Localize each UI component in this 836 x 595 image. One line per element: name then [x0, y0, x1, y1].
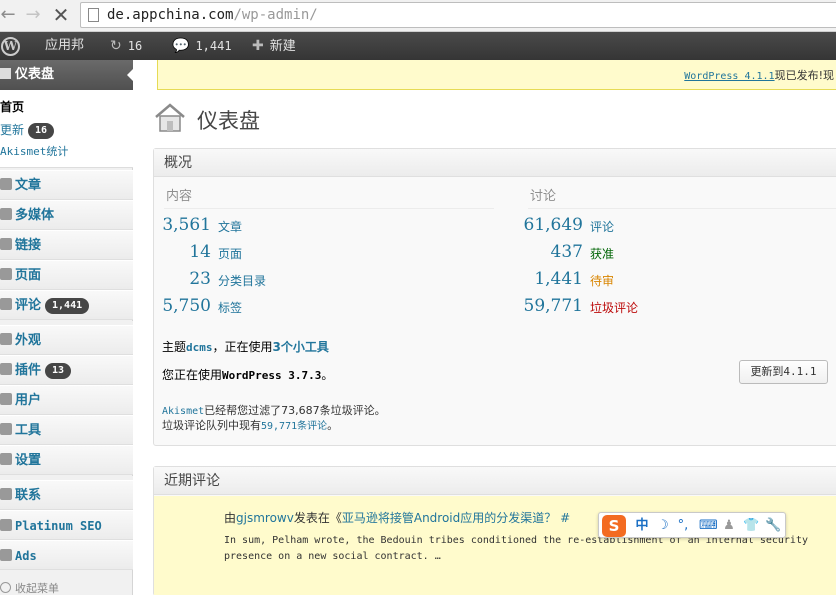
divider [528, 208, 836, 209]
back-arrow-icon[interactable]: ← [0, 4, 19, 26]
wp-logo-menu[interactable]: W [0, 32, 30, 60]
dashboard-submenu: 首页 更新 16 Akismet统计 [0, 90, 133, 168]
wordpress-version-link[interactable]: WordPress 4.1.1 [684, 71, 774, 82]
menu-posts[interactable]: 文章 [0, 170, 133, 200]
forward-arrow-icon[interactable]: → [22, 4, 44, 26]
collapse-arrow-icon [0, 582, 11, 593]
widgets-link[interactable]: 3个小工具 [273, 340, 329, 354]
plugins-badge: 13 [45, 362, 72, 379]
theme-link[interactable]: dcms [186, 341, 213, 354]
menu-media[interactable]: 多媒体 [0, 200, 133, 230]
contact-icon [0, 488, 12, 500]
settings-icon [0, 453, 12, 465]
comments-link[interactable]: 💬 1,441 [172, 32, 232, 60]
refresh-icon: ↻ [110, 38, 122, 54]
akismet-info: Akismet已经帮您过滤了73,687条垃圾评论。 [162, 404, 386, 417]
page-icon [88, 8, 99, 22]
discussion-heading: 讨论 [530, 189, 557, 204]
update-wordpress-button[interactable]: 更新到4.1.1 [739, 360, 828, 384]
menu-ads[interactable]: Ads [0, 540, 133, 570]
address-bar[interactable]: de.appchina.com/wp-admin/ [80, 2, 836, 28]
ime-mode-button[interactable]: 中 [634, 516, 650, 536]
divider [164, 208, 494, 209]
stop-icon[interactable]: ✕ [50, 4, 72, 26]
moon-icon[interactable]: ☽ [655, 516, 671, 536]
wrench-icon[interactable]: 🔧 [765, 516, 781, 536]
comment-post-link[interactable]: 亚马逊将接管Android应用的分发渠道？ # [342, 511, 570, 525]
comment-meta: 由gjsmrowv发表在《亚马逊将接管Android应用的分发渠道？ # [224, 511, 571, 525]
user-icon [0, 393, 12, 405]
site-name-link[interactable]: 应用邦 [45, 32, 84, 60]
wp-admin-bar: W 应用邦 ↻ 16 💬 1,441 ✚ 新建 [0, 32, 836, 60]
skin-shirt-icon[interactable]: 👕 [743, 516, 759, 536]
submenu-updates[interactable]: 更新 16 [0, 121, 55, 139]
admin-sidebar: 仪表盘 首页 更新 16 Akismet统计 文章 多媒体 链接 页面 评论 1,4… [0, 60, 134, 595]
speech-bubble-icon: 💬 [172, 38, 190, 54]
ime-logo-icon[interactable]: S [602, 515, 626, 537]
akismet-link[interactable]: Akismet [162, 406, 204, 417]
keyboard-icon[interactable]: ⌨ [699, 516, 718, 536]
overview-title[interactable]: 概况 [154, 149, 836, 177]
menu-tools[interactable]: 工具 [0, 415, 133, 445]
collapse-menu-button[interactable]: 收起菜单 [0, 580, 59, 595]
tools-icon [0, 423, 12, 435]
spam-queue-info: 垃圾评论队列中现有59,771条评论。 [162, 419, 339, 432]
menu-plugins[interactable]: 插件 13 [0, 355, 133, 385]
dashboard-icon [0, 68, 11, 79]
updates-badge: 16 [28, 122, 55, 139]
menu-appearance[interactable]: 外观 [0, 325, 133, 355]
page-icon [0, 268, 12, 280]
menu-platinum-seo[interactable]: Platinum SEO [0, 510, 133, 540]
version-info: 您正在使用WordPress 3.7.3。 [162, 368, 334, 382]
menu-dashboard[interactable]: 仪表盘 [0, 60, 134, 90]
dashboard-home-icon [155, 103, 185, 132]
gear-icon [0, 519, 12, 531]
overview-widget: 概况 内容 讨论 3,561 文章 14 页面 23 分类目录 5,750 标签… [153, 148, 836, 446]
punctuation-icon[interactable]: °, [675, 516, 691, 536]
submenu-akismet[interactable]: Akismet统计 [0, 143, 68, 159]
plus-icon: ✚ [252, 38, 264, 54]
url-text: de.appchina.com/wp-admin/ [107, 7, 318, 23]
updates-link[interactable]: ↻ 16 [110, 32, 142, 60]
menu-links[interactable]: 链接 [0, 230, 133, 260]
menu-users[interactable]: 用户 [0, 385, 133, 415]
recent-comments-title[interactable]: 近期评论 [154, 467, 836, 495]
plugin-icon [0, 363, 12, 375]
media-icon [0, 208, 12, 220]
comment-author-link[interactable]: gjsmrowv [236, 511, 294, 525]
link-icon [0, 238, 12, 250]
new-content-menu[interactable]: ✚ 新建 [252, 32, 296, 60]
content-heading: 内容 [166, 189, 193, 204]
spam-queue-link[interactable]: 59,771条评论 [261, 421, 327, 432]
ime-toolbar: S 中 ☽ °, ⌨ ♟ 👕 🔧 [598, 512, 786, 538]
comment-icon [0, 298, 12, 310]
wordpress-logo-icon: W [1, 37, 20, 56]
menu-settings[interactable]: 设置 [0, 445, 133, 475]
theme-info: 主题dcms，正在使用3个小工具 [162, 340, 329, 354]
menu-pages[interactable]: 页面 [0, 260, 133, 290]
menu-contact[interactable]: 联系 [0, 480, 133, 510]
update-notice: WordPress 4.1.1现已发布!现 [157, 60, 836, 90]
menu-comments[interactable]: 评论 1,441 [0, 290, 133, 320]
browser-toolbar: ← → ✕ de.appchina.com/wp-admin/ [0, 0, 836, 32]
page-title: 仪表盘 [197, 109, 260, 133]
appearance-icon [0, 333, 12, 345]
update-notice-text: WordPress 4.1.1现已发布!现 [684, 69, 834, 82]
comment-item: 由gjsmrowv发表在《亚马逊将接管Android应用的分发渠道？ # In … [154, 496, 836, 595]
pin-icon [0, 178, 12, 190]
current-menu-arrow [127, 68, 134, 82]
comments-badge: 1,441 [45, 297, 90, 314]
gear-icon [0, 549, 12, 561]
submenu-home[interactable]: 首页 [0, 98, 24, 115]
user-icon[interactable]: ♟ [721, 516, 737, 536]
